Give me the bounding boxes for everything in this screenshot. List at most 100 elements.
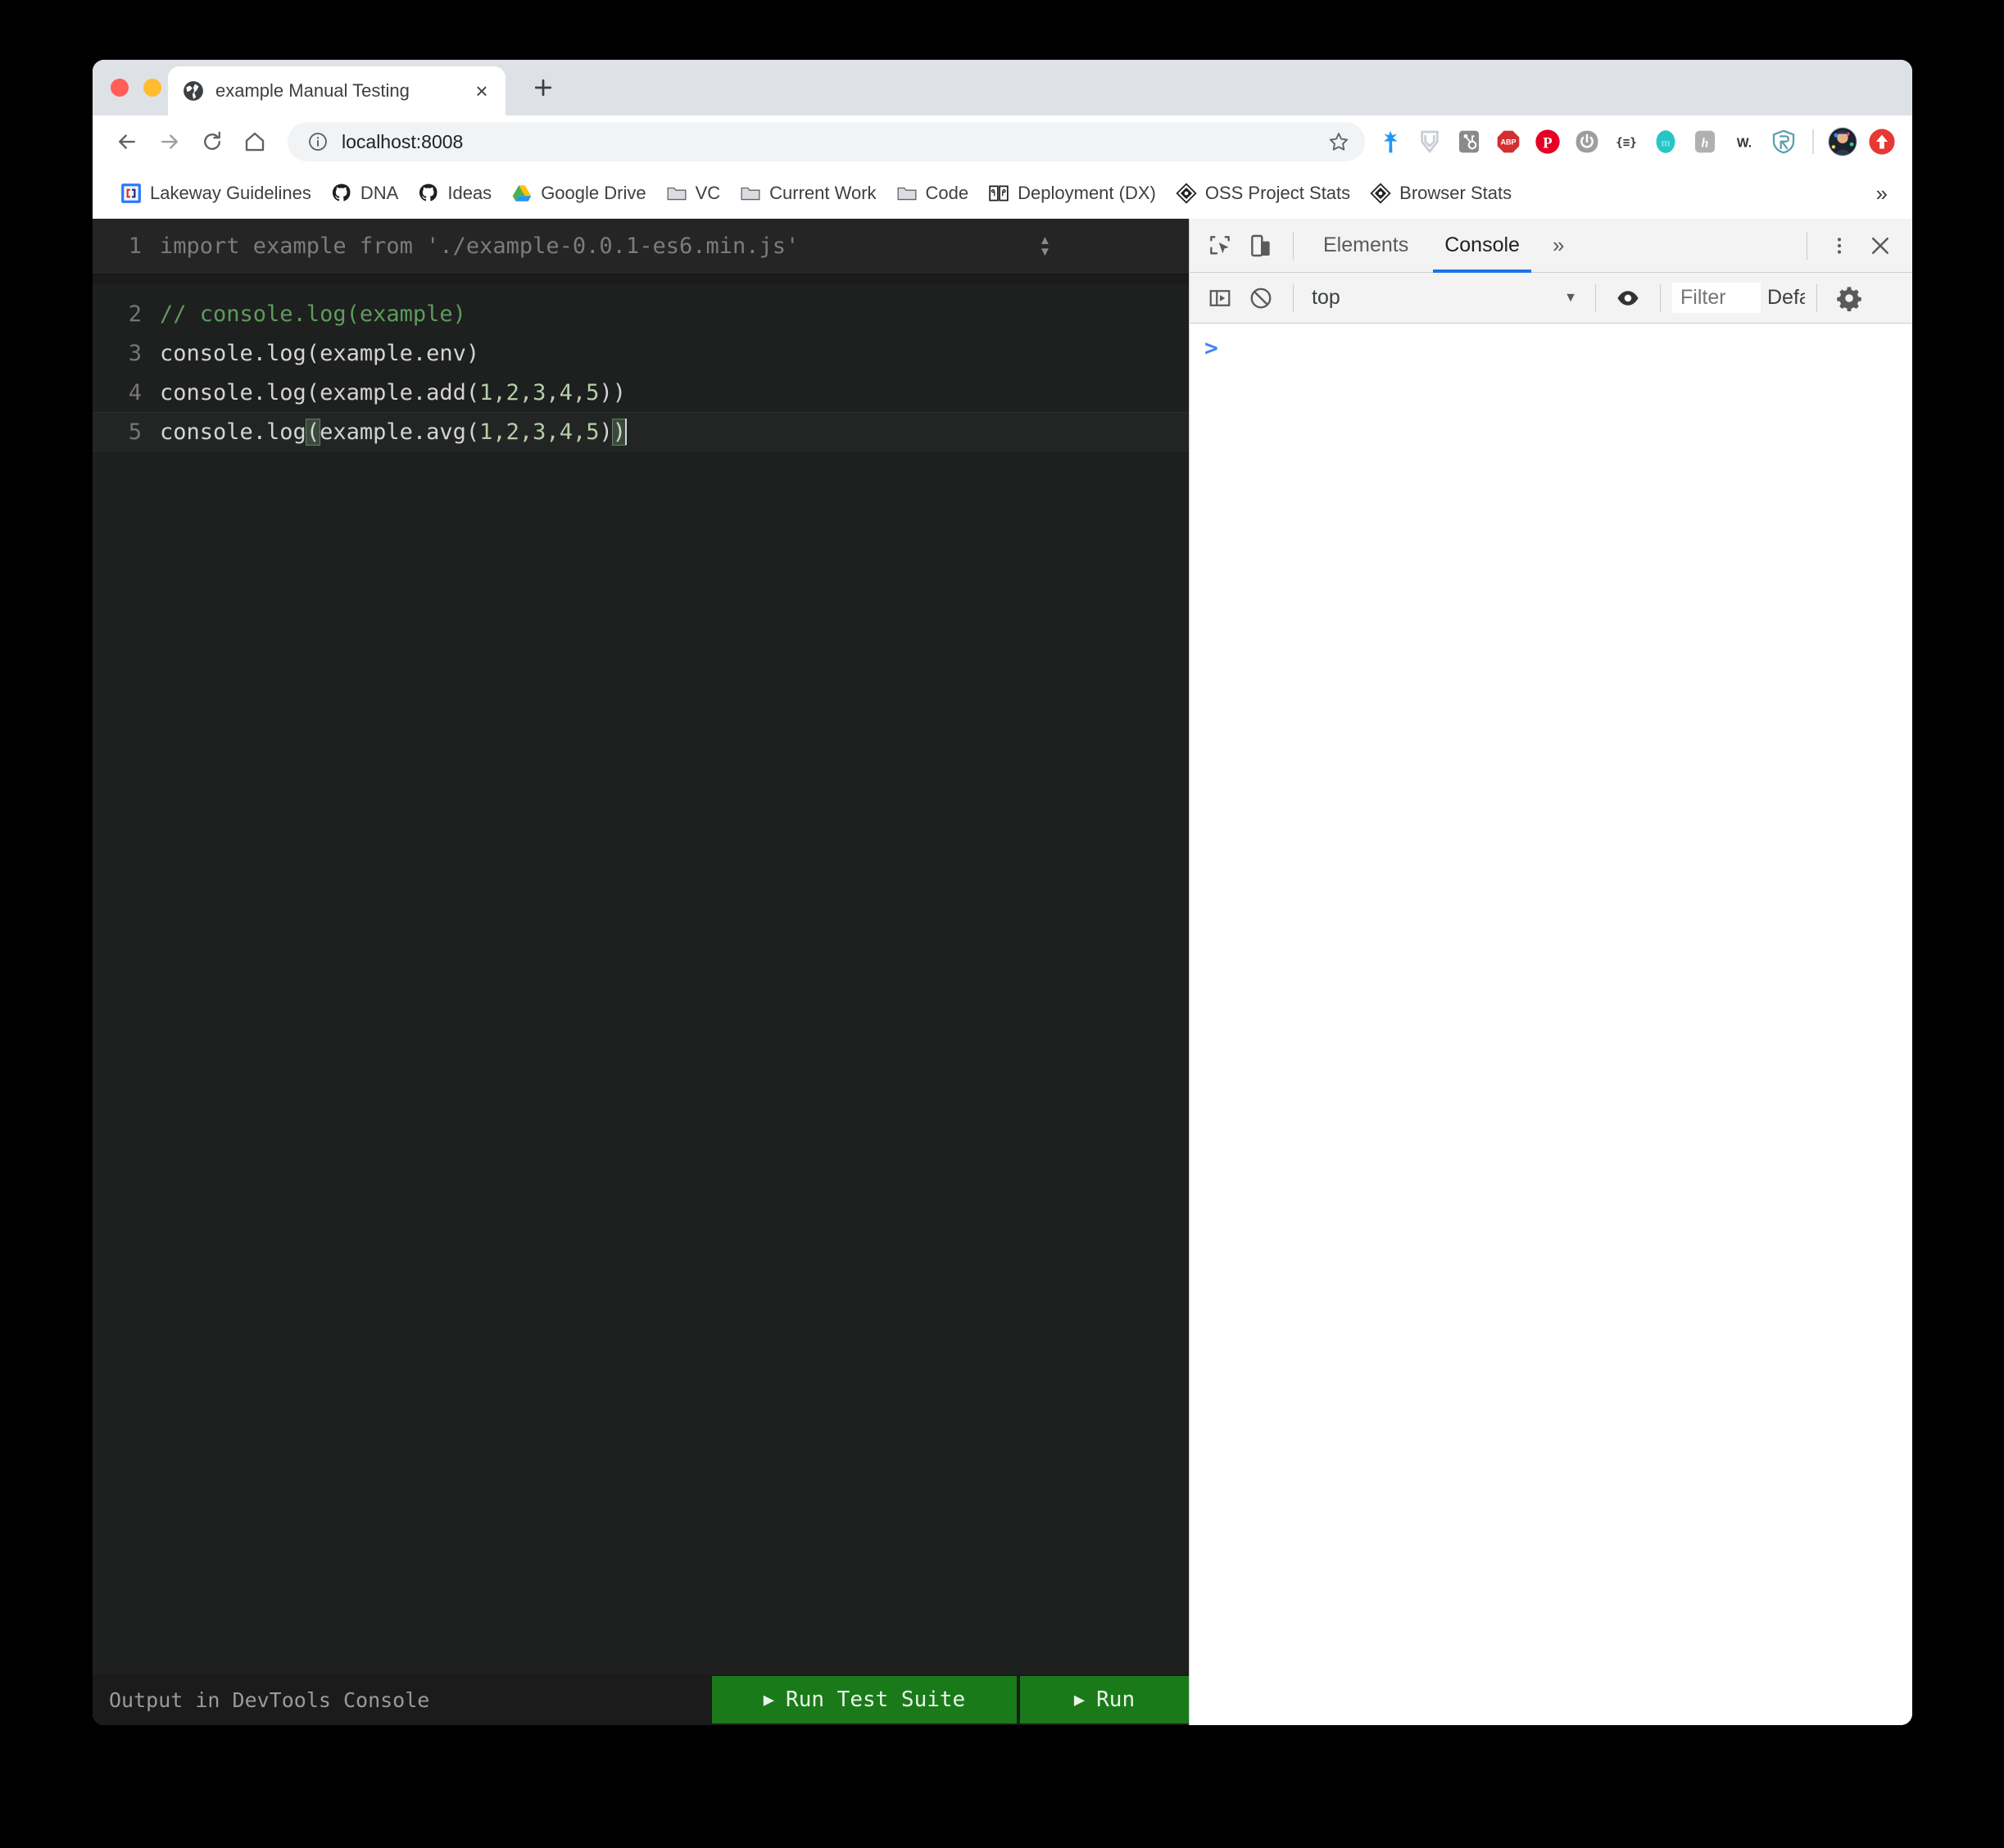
new-tab-button[interactable] xyxy=(525,70,561,106)
tab-title: example Manual Testing xyxy=(215,80,410,101)
info-circle-icon[interactable] xyxy=(306,129,330,154)
more-tabs-button[interactable]: » xyxy=(1538,233,1579,258)
svg-text:W.: W. xyxy=(1737,136,1752,150)
console-prompt-row[interactable]: > xyxy=(1190,337,1912,373)
honey-extension-icon[interactable]: h xyxy=(1689,126,1721,157)
momentum-extension-icon[interactable]: m xyxy=(1650,126,1681,157)
inspect-element-icon[interactable] xyxy=(1199,225,1240,266)
svg-text:ABP: ABP xyxy=(1500,138,1516,147)
execution-context-label: top xyxy=(1312,286,1340,309)
reload-icon xyxy=(204,131,220,150)
code-text: console.log(example.env) xyxy=(160,340,480,366)
star-icon[interactable] xyxy=(1321,124,1357,160)
code-line-3[interactable]: 3 console.log(example.env) xyxy=(93,333,1189,373)
browser-tab[interactable]: example Manual Testing × xyxy=(168,66,506,116)
console-sidebar-icon[interactable] xyxy=(1199,278,1240,319)
pinterest-extension-icon[interactable]: P xyxy=(1532,126,1563,157)
toolbar-divider xyxy=(1812,129,1814,154)
close-icon[interactable]: × xyxy=(469,79,494,103)
svg-text:m: m xyxy=(1661,136,1670,148)
power-toggle-extension-icon[interactable] xyxy=(1571,126,1603,157)
play-icon: ▶ xyxy=(1073,1689,1086,1710)
code-line-5[interactable]: 5 console.log ( example.avg( 1,2,3,4,5 )… xyxy=(93,412,1189,451)
live-expression-icon[interactable] xyxy=(1607,278,1648,319)
code-editor-pane: 1 import example from './example-0.0.1-e… xyxy=(93,219,1189,1725)
code-line-4[interactable]: 4 console.log(example.add( 1,2,3,4,5 )) xyxy=(93,373,1189,412)
arrow-right-icon xyxy=(161,134,178,149)
editor-footer: Output in DevTools Console ▶ Run Test Su… xyxy=(93,1674,1189,1725)
bookmark-label: Ideas xyxy=(447,183,492,203)
editor-import-row[interactable]: 1 import example from './example-0.0.1-e… xyxy=(93,219,1189,274)
play-icon: ▶ xyxy=(763,1689,775,1710)
bookmark-deployment-dx[interactable]: Deployment (DX) xyxy=(978,178,1166,209)
code-numbers: 1,2,3,4,5 xyxy=(479,419,600,445)
bookmark-ideas[interactable]: Ideas xyxy=(408,178,501,209)
wappalyzer-extension-icon[interactable]: W. xyxy=(1729,126,1760,157)
svg-text:h: h xyxy=(1702,137,1709,151)
kebab-menu-icon[interactable] xyxy=(1819,225,1860,266)
tab-elements[interactable]: Elements xyxy=(1305,219,1426,273)
plus-icon xyxy=(534,79,552,97)
console-output-area[interactable]: > xyxy=(1190,324,1912,1725)
run-test-suite-button[interactable]: ▶ Run Test Suite xyxy=(712,1676,1017,1723)
device-toolbar-icon[interactable] xyxy=(1240,225,1281,266)
divider xyxy=(1293,231,1294,260)
bookmark-dna[interactable]: DNA xyxy=(321,178,408,209)
console-levels-dropdown[interactable]: Default levels xyxy=(1761,286,1805,310)
avatar[interactable] xyxy=(1827,126,1858,157)
close-devtools-icon[interactable] xyxy=(1860,225,1901,266)
hubspot-extension-icon[interactable] xyxy=(1453,126,1485,157)
folder-icon xyxy=(666,183,687,204)
chevron-down-icon[interactable]: ▼ xyxy=(1039,246,1051,258)
bookmarks-overflow-button[interactable]: » xyxy=(1876,181,1888,206)
devtools-panel: Elements Console » top ▼ Filter Defa > xyxy=(1189,219,1912,1725)
shield-m-extension-icon[interactable] xyxy=(1414,126,1445,157)
code-area[interactable]: 2 // console.log(example) 3 console.log(… xyxy=(93,284,1189,1674)
home-button[interactable] xyxy=(233,120,276,163)
minimize-window-button[interactable] xyxy=(143,79,161,97)
forward-button[interactable] xyxy=(148,120,191,163)
run-button[interactable]: ▶ Run xyxy=(1020,1676,1189,1723)
divider xyxy=(1595,283,1596,312)
privacy-badger-extension-icon[interactable] xyxy=(1768,126,1799,157)
close-window-button[interactable] xyxy=(111,79,129,97)
code-line-2[interactable]: 2 // console.log(example) xyxy=(93,294,1189,333)
bookmark-current-work[interactable]: Current Work xyxy=(730,178,886,209)
bookmark-google-drive[interactable]: Google Drive xyxy=(501,178,655,209)
bookmark-oss-project-stats[interactable]: OSS Project Stats xyxy=(1166,178,1360,209)
adblock-plus-extension-icon[interactable]: ABP xyxy=(1493,126,1524,157)
google-drive-icon xyxy=(511,183,533,204)
import-version-stepper[interactable]: ▲ ▼ xyxy=(1039,234,1051,258)
json-formatter-extension-icon[interactable]: {≡} xyxy=(1611,126,1642,157)
update-browser-button[interactable] xyxy=(1866,126,1897,157)
page-content: 1 import example from './example-0.0.1-e… xyxy=(93,219,1912,1725)
code-numbers: 1,2,3,4,5 xyxy=(479,379,600,405)
bookmark-vc[interactable]: VC xyxy=(656,178,731,209)
divider xyxy=(1816,283,1817,312)
svg-text:{≡}: {≡} xyxy=(1616,137,1637,150)
extension-icons: ABP P {≡} m h W. xyxy=(1375,126,1899,157)
console-toolbar: top ▼ Default levels xyxy=(1190,273,1912,324)
line-number: 3 xyxy=(128,340,142,366)
address-bar[interactable]: localhost:8008 xyxy=(288,122,1365,161)
line-number: 4 xyxy=(128,379,142,405)
tab-label: Elements xyxy=(1323,233,1409,256)
execution-context-selector[interactable]: top ▼ xyxy=(1305,286,1584,310)
console-filter-input[interactable] xyxy=(1672,283,1761,313)
bookmarks-bar: Lakeway Guidelines DNA Ideas Google Driv… xyxy=(93,168,1912,219)
bookmark-lakeway-guidelines[interactable]: Lakeway Guidelines xyxy=(111,178,321,209)
browser-window: example Manual Testing × localhost:8008 … xyxy=(93,60,1912,1725)
bookmark-browser-stats[interactable]: Browser Stats xyxy=(1360,178,1521,209)
tab-console[interactable]: Console xyxy=(1426,219,1538,273)
bookmark-code[interactable]: Code xyxy=(886,178,979,209)
gear-icon[interactable] xyxy=(1829,278,1870,319)
fitness-extension-icon[interactable] xyxy=(1375,126,1406,157)
run-label: Run xyxy=(1096,1687,1136,1712)
chevron-up-icon[interactable]: ▲ xyxy=(1039,234,1051,247)
import-statement: import example from './example-0.0.1-es6… xyxy=(160,233,800,259)
reload-button[interactable] xyxy=(191,120,233,163)
clear-console-icon[interactable] xyxy=(1240,278,1281,319)
bookmark-label: Google Drive xyxy=(541,183,646,203)
back-button[interactable] xyxy=(106,120,148,163)
line-number: 5 xyxy=(128,419,142,445)
